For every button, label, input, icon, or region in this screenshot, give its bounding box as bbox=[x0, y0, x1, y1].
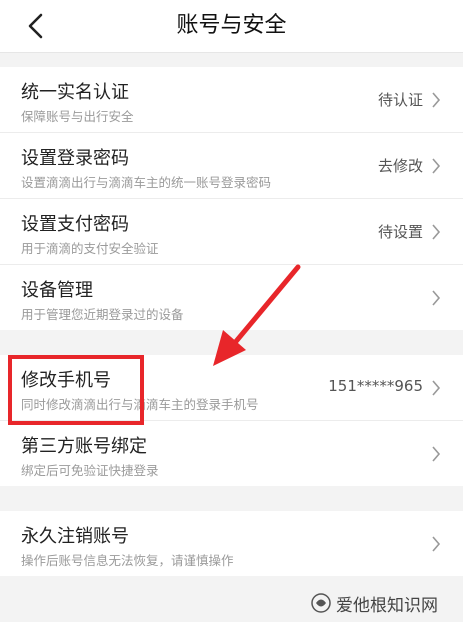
row-description: 用于滴滴的支付安全验证 bbox=[21, 241, 159, 256]
chevron-right-icon bbox=[432, 290, 441, 306]
row-label: 第三方账号绑定 bbox=[21, 436, 147, 457]
watermark: 爱他根知识网 bbox=[310, 588, 460, 618]
page-title: 账号与安全 bbox=[176, 13, 287, 38]
row-description: 用于管理您近期登录过的设备 bbox=[21, 307, 184, 322]
row-login-password[interactable]: 设置登录密码 设置滴滴出行与滴滴车主的统一账号登录密码 去修改 bbox=[0, 133, 463, 199]
row-change-phone-number[interactable]: 修改手机号 同时修改滴滴出行与滴滴车主的登录手机号 151*****965 bbox=[0, 355, 463, 421]
back-button[interactable] bbox=[22, 12, 50, 40]
row-label: 设置登录密码 bbox=[21, 148, 129, 169]
chevron-left-icon bbox=[28, 13, 43, 39]
row-label: 永久注销账号 bbox=[21, 526, 129, 547]
chevron-right-icon bbox=[432, 92, 441, 108]
chevron-right-icon bbox=[432, 446, 441, 462]
row-label: 设备管理 bbox=[21, 280, 93, 301]
phone-binding-group: 修改手机号 同时修改滴滴出行与滴滴车主的登录手机号 151*****965 第三… bbox=[0, 355, 463, 486]
row-description: 操作后账号信息无法恢复，请谨慎操作 bbox=[21, 553, 234, 568]
account-deletion-group: 永久注销账号 操作后账号信息无法恢复，请谨慎操作 bbox=[0, 511, 463, 576]
watermark-logo-icon bbox=[311, 593, 331, 613]
row-payment-password[interactable]: 设置支付密码 用于滴滴的支付安全验证 待设置 bbox=[0, 199, 463, 265]
row-description: 设置滴滴出行与滴滴车主的统一账号登录密码 bbox=[21, 175, 272, 190]
row-label: 修改手机号 bbox=[21, 370, 111, 391]
row-description: 保障账号与出行安全 bbox=[21, 109, 134, 124]
row-device-management[interactable]: 设备管理 用于管理您近期登录过的设备 bbox=[0, 265, 463, 330]
row-description: 同时修改滴滴出行与滴滴车主的登录手机号 bbox=[21, 397, 259, 412]
row-status: 待设置 bbox=[377, 223, 423, 241]
row-real-name-verification[interactable]: 统一实名认证 保障账号与出行安全 待认证 bbox=[0, 67, 463, 133]
row-third-party-binding[interactable]: 第三方账号绑定 绑定后可免验证快捷登录 bbox=[0, 421, 463, 486]
row-status: 去修改 bbox=[377, 157, 423, 175]
chevron-right-icon bbox=[432, 380, 441, 396]
row-delete-account[interactable]: 永久注销账号 操作后账号信息无法恢复，请谨慎操作 bbox=[0, 511, 463, 576]
row-label: 设置支付密码 bbox=[21, 214, 129, 235]
chevron-right-icon bbox=[432, 158, 441, 174]
top-bar: 账号与安全 bbox=[0, 0, 463, 53]
row-label: 统一实名认证 bbox=[21, 82, 129, 103]
watermark-text: 爱他根知识网 bbox=[336, 595, 438, 616]
account-security-group: 统一实名认证 保障账号与出行安全 待认证 设置登录密码 设置滴滴出行与滴滴车主的… bbox=[0, 67, 463, 330]
chevron-right-icon bbox=[432, 224, 441, 240]
phone-number-value: 151*****965 bbox=[328, 377, 423, 395]
chevron-right-icon bbox=[432, 536, 441, 552]
row-description: 绑定后可免验证快捷登录 bbox=[21, 463, 159, 478]
row-status: 待认证 bbox=[377, 91, 423, 109]
